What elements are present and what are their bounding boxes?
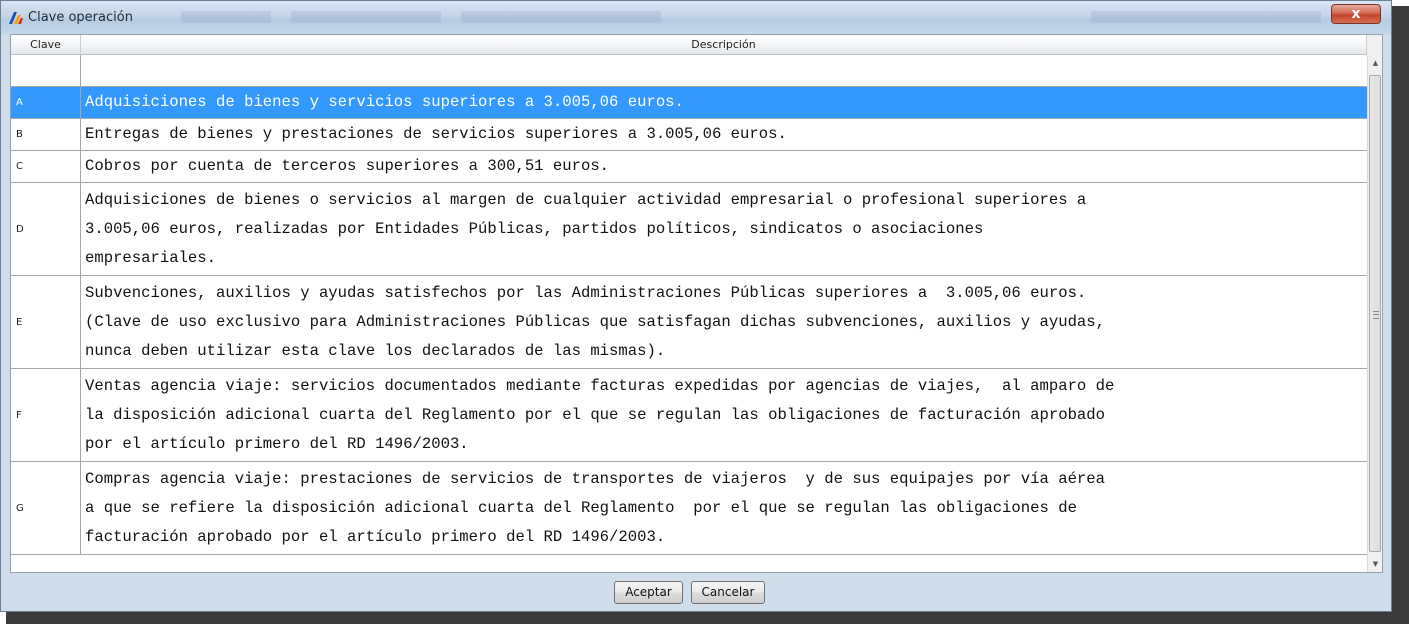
background-toolbar-ghost [461, 11, 661, 23]
table-row-e[interactable]: E Subvenciones, auxilios y ayudas satisfe… [11, 276, 1367, 369]
scroll-grip-icon [1373, 311, 1379, 319]
description-cell: Subvenciones, auxilios y ayudas satisfec… [81, 276, 1367, 368]
background-toolbar-ghost [181, 11, 271, 23]
key-cell: G [11, 462, 81, 554]
description-line: empresariales. [85, 249, 217, 267]
description-line: Ventas agencia viaje: servicios document… [85, 377, 1115, 395]
table-row-g[interactable]: G Compras agencia viaje: prestaciones de … [11, 462, 1367, 555]
description-line: por el artículo primero del RD 1496/2003… [85, 435, 469, 453]
description-line: Adquisiciones de bienes y servicios supe… [85, 93, 684, 111]
accept-button[interactable]: Aceptar [614, 581, 683, 604]
key-cell: B [11, 119, 81, 150]
table-row-b[interactable]: B Entregas de bienes y prestaciones de se… [11, 119, 1367, 151]
window-shadow-bottom [6, 612, 1409, 624]
description-line: 3.005,06 euros, realizadas por Entidades… [85, 220, 984, 238]
key-cell: C [11, 151, 81, 182]
close-button[interactable]: x [1331, 4, 1381, 24]
column-header-clave[interactable]: Clave [11, 35, 81, 55]
description-cell: Ventas agencia viaje: servicios document… [81, 369, 1367, 461]
key-cell: E [11, 276, 81, 368]
column-header-descripcion[interactable]: Descripción [81, 35, 1367, 55]
dialog-window: Clave operación x Clave Descripción A Adq… [0, 0, 1392, 612]
description-cell: Entregas de bienes y prestaciones de ser… [81, 119, 1367, 150]
table-row-a[interactable]: A Adquisiciones de bienes y servicios sup… [11, 87, 1367, 119]
description-line: Subvenciones, auxilios y ayudas satisfec… [85, 284, 1087, 302]
scroll-thumb[interactable] [1369, 75, 1381, 552]
window-title: Clave operación [28, 10, 133, 25]
vertical-scrollbar[interactable]: ▲ ▼ [1367, 55, 1382, 572]
title-bar[interactable]: Clave operación x [1, 1, 1391, 35]
description-cell: Compras agencia viaje: prestaciones de s… [81, 462, 1367, 554]
description-cell: Adquisiciones de bienes o servicios al m… [81, 183, 1367, 275]
scroll-up-arrow-icon[interactable]: ▲ [1368, 55, 1382, 71]
key-cell: D [11, 183, 81, 275]
cancel-button[interactable]: Cancelar [691, 581, 765, 604]
app-logo-icon [9, 12, 23, 24]
operation-key-table: Clave Descripción A Adquisiciones de bien… [11, 35, 1367, 572]
window-shadow-right [1392, 6, 1409, 624]
description-line: a que se refiere la disposición adiciona… [85, 499, 1077, 517]
scroll-corner [1367, 35, 1382, 55]
description-line: (Clave de uso exclusivo para Administrac… [85, 313, 1105, 331]
description-line: Compras agencia viaje: prestaciones de s… [85, 470, 1105, 488]
key-cell: F [11, 369, 81, 461]
description-line: facturación aprobado por el artículo pri… [85, 528, 666, 546]
description-line: Cobros por cuenta de terceros superiores… [85, 157, 610, 175]
table-container: Clave Descripción A Adquisiciones de bien… [10, 34, 1383, 573]
description-line: Entregas de bienes y prestaciones de ser… [85, 125, 787, 143]
empty-row-key-cell [11, 55, 81, 86]
table-row-c[interactable]: C Cobros por cuenta de terceros superiore… [11, 151, 1367, 183]
description-line: nunca deben utilizar esta clave los decl… [85, 342, 666, 360]
table-row-d[interactable]: D Adquisiciones de bienes o servicios al … [11, 183, 1367, 276]
empty-row[interactable] [11, 55, 1367, 87]
description-line: la disposición adicional cuarta del Regl… [85, 406, 1105, 424]
description-cell: Adquisiciones de bienes y servicios supe… [81, 87, 1367, 118]
scroll-down-arrow-icon[interactable]: ▼ [1368, 556, 1382, 572]
description-cell: Cobros por cuenta de terceros superiores… [81, 151, 1367, 182]
background-toolbar-ghost [291, 11, 441, 23]
background-toolbar-ghost [1091, 11, 1321, 23]
description-line: Adquisiciones de bienes o servicios al m… [85, 191, 1087, 209]
key-cell: A [11, 87, 81, 118]
close-icon: x [1351, 6, 1361, 22]
table-row-f[interactable]: F Ventas agencia viaje: servicios documen… [11, 369, 1367, 462]
